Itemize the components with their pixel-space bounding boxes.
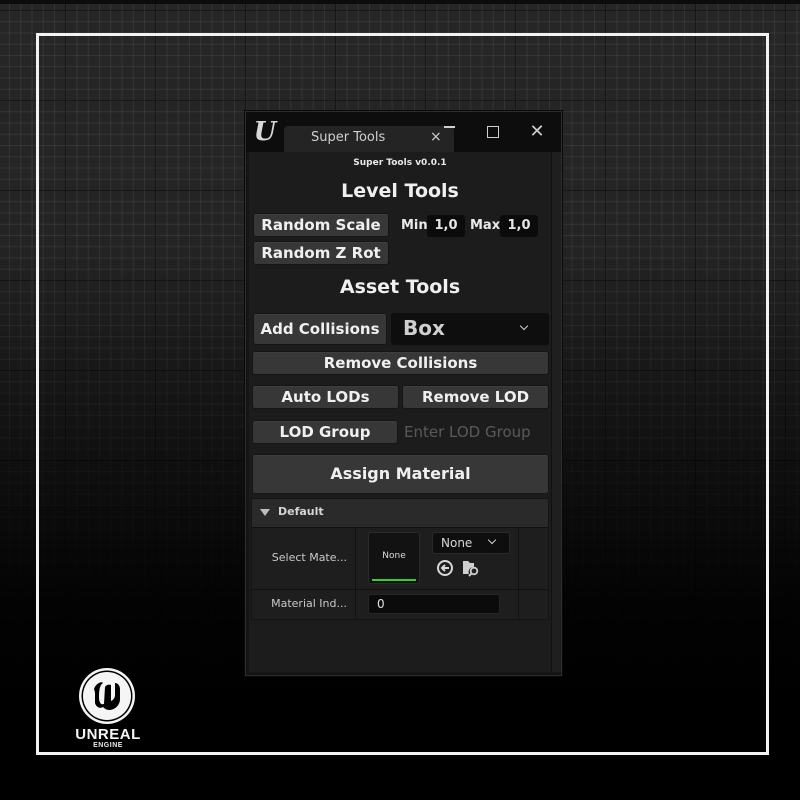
material-picker-dropdown[interactable]: None (432, 532, 510, 554)
tab-label: Super Tools (311, 130, 386, 145)
collapse-arrow-icon (260, 509, 270, 516)
material-index-value: 0 (377, 597, 385, 611)
engine-wordmark: ENGINE (93, 742, 123, 749)
column-divider (355, 528, 356, 589)
max-input[interactable]: 1,0 (500, 215, 538, 237)
asset-type-bar (372, 579, 416, 581)
top-band (0, 0, 800, 4)
category-default[interactable]: Default (252, 499, 548, 527)
material-picker-value: None (441, 536, 473, 550)
title-bar[interactable]: U Super Tools × ✕ (246, 112, 561, 152)
min-input[interactable]: 1,0 (427, 215, 465, 237)
unreal-logo-icon: U (253, 117, 277, 147)
column-divider (518, 590, 519, 619)
column-divider (355, 590, 356, 619)
material-index-input[interactable]: 0 (368, 594, 500, 614)
random-z-rot-button[interactable]: Random Z Rot (253, 241, 389, 265)
column-divider (518, 528, 519, 589)
select-material-row: Select Mate... None None (252, 527, 548, 589)
min-label: Min (401, 218, 428, 233)
thumbnail-label: None (382, 551, 406, 561)
material-index-label: Material Ind... (271, 597, 347, 610)
close-button[interactable]: ✕ (526, 122, 548, 142)
unreal-engine-logo-icon (78, 667, 136, 725)
material-thumbnail[interactable]: None (368, 532, 420, 584)
collision-type-value: Box (403, 316, 445, 340)
lod-group-button[interactable]: LOD Group (252, 420, 398, 444)
asset-tools-heading: Asset Tools (339, 276, 461, 298)
unreal-wordmark: UNREAL (75, 726, 141, 743)
super-tools-window: U Super Tools × ✕ Super Tools v0.0.1 Lev… (245, 111, 562, 676)
version-label: Super Tools v0.0.1 (353, 158, 447, 168)
lod-group-input[interactable]: Enter LOD Group (404, 423, 531, 441)
scrollbar-gutter[interactable] (551, 152, 561, 672)
tab-super-tools[interactable]: Super Tools × (284, 126, 454, 152)
use-selected-asset-icon[interactable] (436, 559, 454, 577)
maximize-button[interactable] (481, 122, 503, 142)
chevron-down-icon (487, 535, 497, 545)
remove-collisions-button[interactable]: Remove Collisions (252, 351, 549, 375)
material-index-row: Material Ind... 0 (252, 589, 548, 619)
remove-lod-button[interactable]: Remove LOD (402, 385, 549, 409)
max-label: Max (470, 218, 501, 233)
browse-asset-icon[interactable] (461, 558, 479, 577)
collision-type-dropdown[interactable]: Box (391, 313, 549, 345)
add-collisions-button[interactable]: Add Collisions (253, 313, 387, 345)
category-label: Default (278, 505, 324, 518)
assign-material-button[interactable]: Assign Material (252, 454, 549, 494)
level-tools-heading: Level Tools (341, 180, 459, 202)
auto-lods-button[interactable]: Auto LODs (252, 385, 399, 409)
select-material-label: Select Mate... (271, 551, 347, 564)
minimize-button[interactable] (438, 118, 460, 138)
details-panel: Default Select Mate... None None Materia… (251, 498, 549, 620)
chevron-down-icon (519, 321, 529, 331)
random-scale-button[interactable]: Random Scale (253, 213, 389, 237)
tool-panel: Super Tools v0.0.1 Level Tools Random Sc… (249, 152, 551, 672)
